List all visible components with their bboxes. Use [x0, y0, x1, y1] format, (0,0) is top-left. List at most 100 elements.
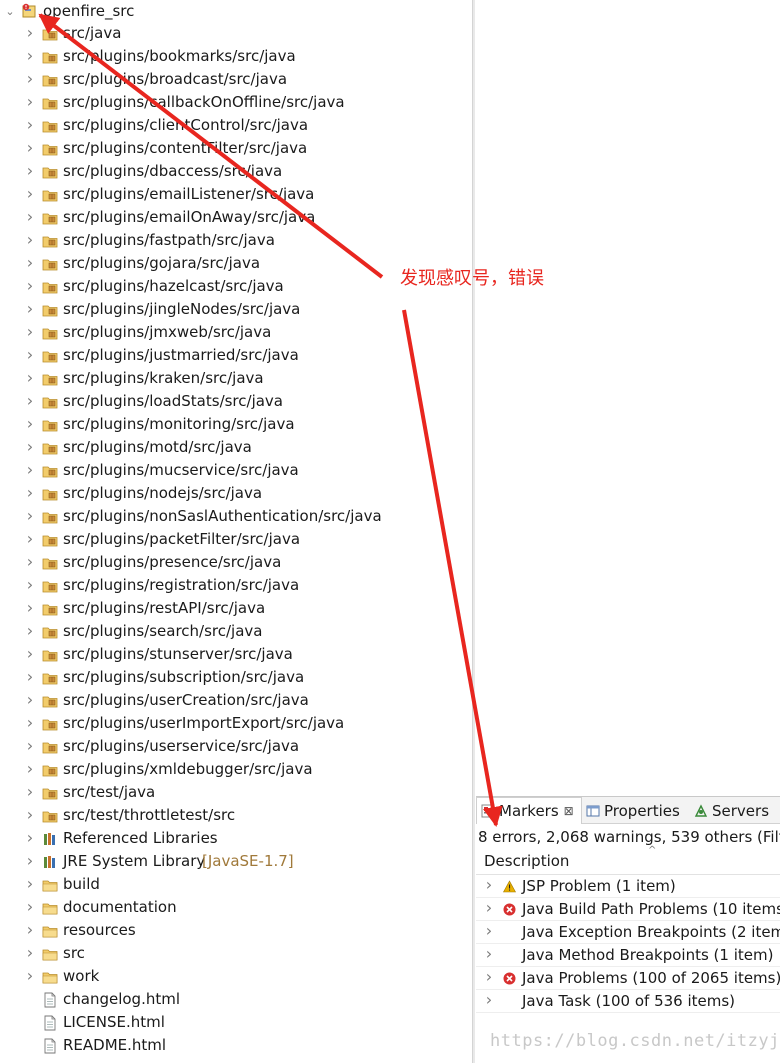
folder-icon	[42, 880, 58, 892]
tree-item-label: JRE System Library	[63, 852, 206, 870]
tab-markers[interactable]: Markers ⊠	[476, 797, 582, 824]
chevron-right-icon[interactable]: ›	[25, 186, 35, 202]
sort-caret-icon: ^	[648, 845, 657, 856]
chevron-right-icon[interactable]: ›	[25, 922, 35, 938]
tree-item-label: src/plugins/nodejs/src/java	[63, 484, 263, 502]
package-folder-icon	[42, 673, 58, 685]
chevron-right-icon[interactable]: ›	[25, 485, 35, 501]
chevron-right-icon[interactable]: ›	[484, 923, 494, 939]
chevron-right-icon[interactable]: ›	[484, 946, 494, 962]
chevron-right-icon[interactable]: ›	[25, 508, 35, 524]
tree-item-label: Referenced Libraries	[63, 829, 218, 847]
chevron-right-icon[interactable]: ›	[25, 25, 35, 41]
chevron-right-icon[interactable]: ›	[25, 669, 35, 685]
chevron-right-icon[interactable]: ›	[25, 968, 35, 984]
package-folder-icon	[42, 604, 58, 616]
package-folder-icon	[42, 811, 58, 823]
package-folder-icon	[42, 765, 58, 777]
chevron-right-icon[interactable]: ›	[25, 876, 35, 892]
chevron-right-icon[interactable]: ›	[484, 877, 494, 893]
chevron-right-icon[interactable]: ›	[25, 554, 35, 570]
tree-item-label: documentation	[63, 898, 177, 916]
tree-item-label: resources	[63, 921, 136, 939]
chevron-right-icon[interactable]: ›	[25, 209, 35, 225]
tree-item-label: src/plugins/mucservice/src/java	[63, 461, 299, 479]
tree-item-label: LICENSE.html	[63, 1013, 165, 1031]
tree-item-label: src/plugins/bookmarks/src/java	[63, 47, 296, 65]
chevron-right-icon[interactable]: ›	[25, 646, 35, 662]
chevron-right-icon[interactable]: ›	[25, 577, 35, 593]
chevron-right-icon[interactable]: ›	[25, 784, 35, 800]
watermark: https://blog.csdn.net/itzyjr	[490, 1031, 780, 1051]
package-folder-icon	[42, 305, 58, 317]
chevron-right-icon[interactable]: ›	[25, 692, 35, 708]
chevron-right-icon[interactable]: ›	[25, 232, 35, 248]
chevron-right-icon[interactable]: ›	[25, 324, 35, 340]
chevron-right-icon[interactable]: ›	[25, 531, 35, 547]
chevron-right-icon[interactable]: ›	[25, 347, 35, 363]
package-folder-icon	[42, 558, 58, 570]
tab-properties[interactable]: Properties	[586, 797, 686, 824]
chevron-right-icon[interactable]: ›	[25, 623, 35, 639]
chevron-right-icon[interactable]: ›	[25, 370, 35, 386]
folder-icon	[42, 926, 58, 938]
chevron-right-icon[interactable]: ›	[25, 94, 35, 110]
tree-item-label: src/plugins/search/src/java	[63, 622, 263, 640]
tab-properties-label: Properties	[604, 801, 680, 820]
package-folder-icon	[42, 627, 58, 639]
tab-servers[interactable]: Servers	[694, 797, 780, 824]
close-icon[interactable]: ⊠	[564, 804, 574, 818]
package-folder-icon	[42, 512, 58, 524]
chevron-right-icon[interactable]: ›	[484, 900, 494, 916]
marker-category-label: Java Method Breakpoints (1 item)	[522, 946, 774, 964]
marker-category-row[interactable]: › Java Exception Breakpoints (2 items	[476, 921, 780, 944]
markers-summary: 8 errors, 2,068 warnings, 539 others (Fi…	[478, 828, 780, 846]
chevron-right-icon[interactable]: ›	[25, 48, 35, 64]
tab-servers-label: Servers	[712, 801, 770, 820]
marker-category-row[interactable]: › Java Problems (100 of 2065 items)	[476, 967, 780, 990]
package-folder-icon	[42, 374, 58, 386]
tree-item-label: src/plugins/nonSaslAuthentication/src/ja…	[63, 507, 382, 525]
chevron-right-icon[interactable]: ›	[25, 899, 35, 915]
markers-icon	[481, 804, 495, 818]
chevron-right-icon[interactable]: ›	[25, 715, 35, 731]
marker-category-row[interactable]: › Java Task (100 of 536 items)	[476, 990, 780, 1013]
package-folder-icon	[42, 581, 58, 593]
tree-item-label: src/plugins/restAPI/src/java	[63, 599, 266, 617]
chevron-right-icon[interactable]: ›	[484, 992, 494, 1008]
chevron-right-icon[interactable]: ›	[25, 416, 35, 432]
tree-item-label: src/plugins/userCreation/src/java	[63, 691, 309, 709]
chevron-right-icon[interactable]: ›	[25, 830, 35, 846]
marker-category-row[interactable]: › Java Build Path Problems (10 items)	[476, 898, 780, 921]
chevron-right-icon[interactable]: ›	[25, 600, 35, 616]
chevron-right-icon[interactable]: ›	[25, 761, 35, 777]
chevron-right-icon[interactable]: ›	[25, 462, 35, 478]
tree-item-label: src/test/throttletest/src	[63, 806, 236, 824]
tree-item-label: src/plugins/kraken/src/java	[63, 369, 264, 387]
column-header-description[interactable]: ^ Description	[476, 845, 780, 875]
package-folder-icon	[42, 236, 58, 248]
chevron-right-icon[interactable]: ›	[25, 163, 35, 179]
pane-divider[interactable]	[472, 0, 475, 1063]
chevron-right-icon[interactable]: ›	[25, 140, 35, 156]
chevron-right-icon[interactable]: ›	[25, 71, 35, 87]
tree-item-label: src/plugins/broadcast/src/java	[63, 70, 288, 88]
marker-category-row[interactable]: › Java Method Breakpoints (1 item)	[476, 944, 780, 967]
chevron-right-icon[interactable]: ›	[25, 393, 35, 409]
chevron-right-icon[interactable]: ›	[25, 807, 35, 823]
package-folder-icon	[42, 719, 58, 731]
chevron-right-icon[interactable]: ›	[25, 301, 35, 317]
chevron-right-icon[interactable]: ›	[25, 117, 35, 133]
chevron-right-icon[interactable]: ›	[484, 969, 494, 985]
marker-category-row[interactable]: › JSP Problem (1 item)	[476, 875, 780, 898]
properties-icon	[586, 805, 600, 816]
chevron-right-icon[interactable]: ›	[25, 738, 35, 754]
file-icon	[44, 1015, 56, 1031]
chevron-right-icon[interactable]: ›	[25, 853, 35, 869]
chevron-right-icon[interactable]: ›	[25, 439, 35, 455]
chevron-right-icon[interactable]: ›	[25, 945, 35, 961]
chevron-right-icon[interactable]: ›	[25, 278, 35, 294]
tree-item-label: src/plugins/loadStats/src/java	[63, 392, 283, 410]
chevron-right-icon[interactable]: ›	[25, 255, 35, 271]
chevron-down-icon[interactable]: ⌄	[5, 6, 15, 17]
